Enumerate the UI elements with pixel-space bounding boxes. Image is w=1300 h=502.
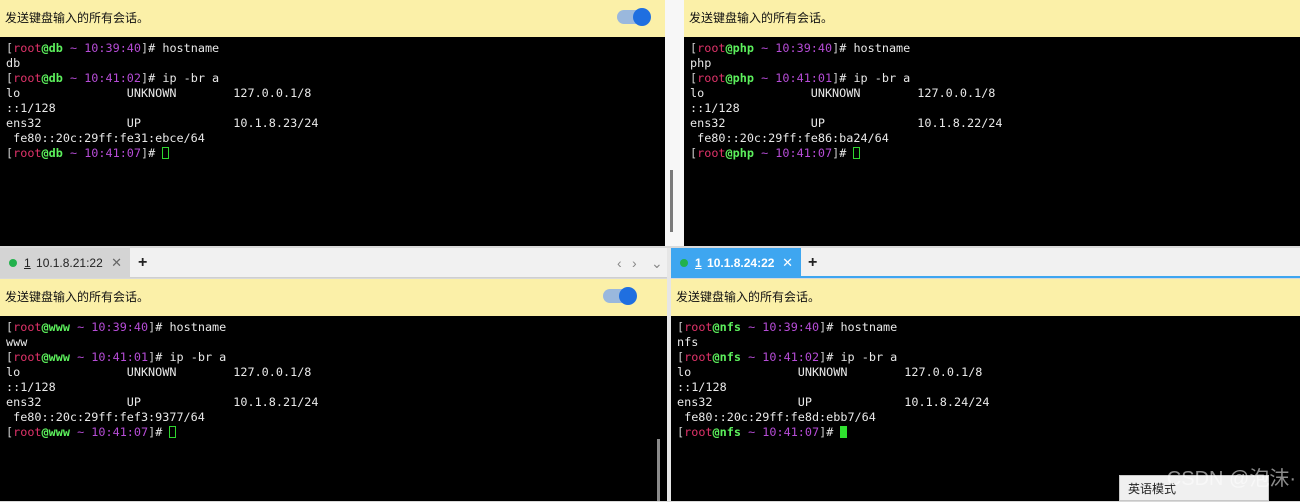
broadcast-bar: 发送键盘输入的所有会话。 — [671, 279, 1300, 316]
close-icon[interactable]: ✕ — [111, 248, 122, 278]
watermark: CSDN @泡沫· — [1166, 468, 1296, 490]
output-line: www — [6, 335, 28, 349]
broadcast-label: 发送键盘输入的所有会话。 — [5, 11, 150, 25]
broadcast-bar: 发送键盘输入的所有会话。 — [0, 0, 665, 37]
terminal-pane-db[interactable]: 发送键盘输入的所有会话。 [root@db ~ 10:39:40]# hostn… — [0, 0, 665, 246]
add-tab-button[interactable]: + — [808, 248, 817, 278]
broadcast-label: 发送键盘输入的所有会话。 — [676, 290, 821, 304]
scrollbar-thumb[interactable] — [670, 170, 673, 232]
broadcast-bar: 发送键盘输入的所有会话。 — [0, 279, 667, 316]
output-line: ens32 UP 10.1.8.24/24 — [677, 395, 990, 409]
output-line: ::1/128 — [6, 101, 56, 115]
prompt-line: [root@www ~ 10:39:40]# hostname — [6, 320, 227, 334]
tab-bar-left: 1 10.1.8.21:22 ✕ + ‹ › ⌄ — [0, 248, 667, 278]
tab-bar-right: 1 10.1.8.24:22 ✕ + — [671, 248, 1300, 278]
terminal-pane-www[interactable]: 发送键盘输入的所有会话。 [root@www ~ 10:39:40]# host… — [0, 279, 667, 501]
close-icon[interactable]: ✕ — [782, 248, 793, 278]
pane-divider[interactable] — [665, 0, 684, 246]
output-line: ::1/128 — [677, 380, 727, 394]
output-line: lo UNKNOWN 127.0.0.1/8 — [677, 365, 983, 379]
terminal-output[interactable]: [root@php ~ 10:39:40]# hostname php [root@… — [690, 41, 1300, 161]
chevron-left-icon[interactable]: ‹ — [617, 248, 622, 278]
toggle-knob — [619, 287, 637, 305]
broadcast-toggle[interactable] — [603, 287, 637, 305]
output-line: ens32 UP 10.1.8.21/24 — [6, 395, 319, 409]
tab-label: 1 10.1.8.24:22 — [695, 256, 775, 270]
prompt-line: [root@php ~ 10:41:01]# ip -br a — [690, 71, 911, 85]
chevron-down-icon[interactable]: ⌄ — [651, 248, 663, 278]
scrollbar-thumb[interactable] — [657, 439, 660, 501]
prompt-line: [root@nfs ~ 10:41:07]# — [677, 425, 1300, 440]
text-cursor — [853, 147, 861, 159]
output-line: lo UNKNOWN 127.0.0.1/8 — [6, 365, 312, 379]
add-tab-button[interactable]: + — [138, 248, 147, 278]
prompt-line: [root@nfs ~ 10:41:02]# ip -br a — [677, 350, 898, 364]
prompt-line: [root@db ~ 10:41:07]# — [6, 146, 665, 161]
text-cursor — [840, 426, 848, 438]
prompt-line: [root@www ~ 10:41:01]# ip -br a — [6, 350, 227, 364]
prompt-line: [root@db ~ 10:41:02]# ip -br a — [6, 71, 220, 85]
prompt-line: [root@www ~ 10:41:07]# — [6, 425, 667, 440]
chevron-right-icon[interactable]: › — [632, 248, 637, 278]
terminal-pane-php[interactable]: 发送键盘输入的所有会话。 [root@php ~ 10:39:40]# host… — [684, 0, 1300, 246]
toggle-knob — [633, 8, 651, 26]
output-line: fe80::20c:29ff:fef3:9377/64 — [6, 410, 205, 424]
broadcast-label: 发送键盘输入的所有会话。 — [689, 11, 834, 25]
tab-label: 1 10.1.8.21:22 — [24, 256, 103, 270]
tab-session-10-1-8-24[interactable]: 1 10.1.8.24:22 ✕ — [671, 248, 801, 278]
prompt-line: [root@db ~ 10:39:40]# hostname — [6, 41, 220, 55]
tab-session-10-1-8-21[interactable]: 1 10.1.8.21:22 ✕ — [0, 248, 130, 278]
output-line: nfs — [677, 335, 699, 349]
output-line: php — [690, 56, 712, 70]
output-line: db — [6, 56, 21, 70]
output-line: lo UNKNOWN 127.0.0.1/8 — [690, 86, 996, 100]
output-line: ::1/128 — [6, 380, 56, 394]
output-line: ens32 UP 10.1.8.23/24 — [6, 116, 319, 130]
output-line: lo UNKNOWN 127.0.0.1/8 — [6, 86, 312, 100]
output-line: fe80::20c:29ff:fe31:ebce/64 — [6, 131, 205, 145]
terminal-output[interactable]: [root@db ~ 10:39:40]# hostname db [root@db… — [6, 41, 665, 161]
text-cursor — [162, 147, 170, 159]
connected-icon — [680, 259, 688, 267]
output-line: ::1/128 — [690, 101, 740, 115]
text-cursor — [169, 426, 177, 438]
prompt-line: [root@nfs ~ 10:39:40]# hostname — [677, 320, 898, 334]
prompt-line: [root@php ~ 10:41:07]# — [690, 146, 1300, 161]
connected-icon — [9, 259, 17, 267]
output-line: fe80::20c:29ff:fe86:ba24/64 — [690, 131, 889, 145]
broadcast-bar: 发送键盘输入的所有会话。 — [684, 0, 1300, 37]
broadcast-label: 发送键盘输入的所有会话。 — [5, 290, 150, 304]
prompt-line: [root@php ~ 10:39:40]# hostname — [690, 41, 911, 55]
terminal-output[interactable]: [root@www ~ 10:39:40]# hostname www [root@… — [6, 320, 667, 440]
output-line: ens32 UP 10.1.8.22/24 — [690, 116, 1003, 130]
output-line: fe80::20c:29ff:fe8d:ebb7/64 — [677, 410, 876, 424]
broadcast-toggle[interactable] — [617, 8, 651, 26]
terminal-output[interactable]: [root@nfs ~ 10:39:40]# hostname nfs [root@… — [677, 320, 1300, 440]
